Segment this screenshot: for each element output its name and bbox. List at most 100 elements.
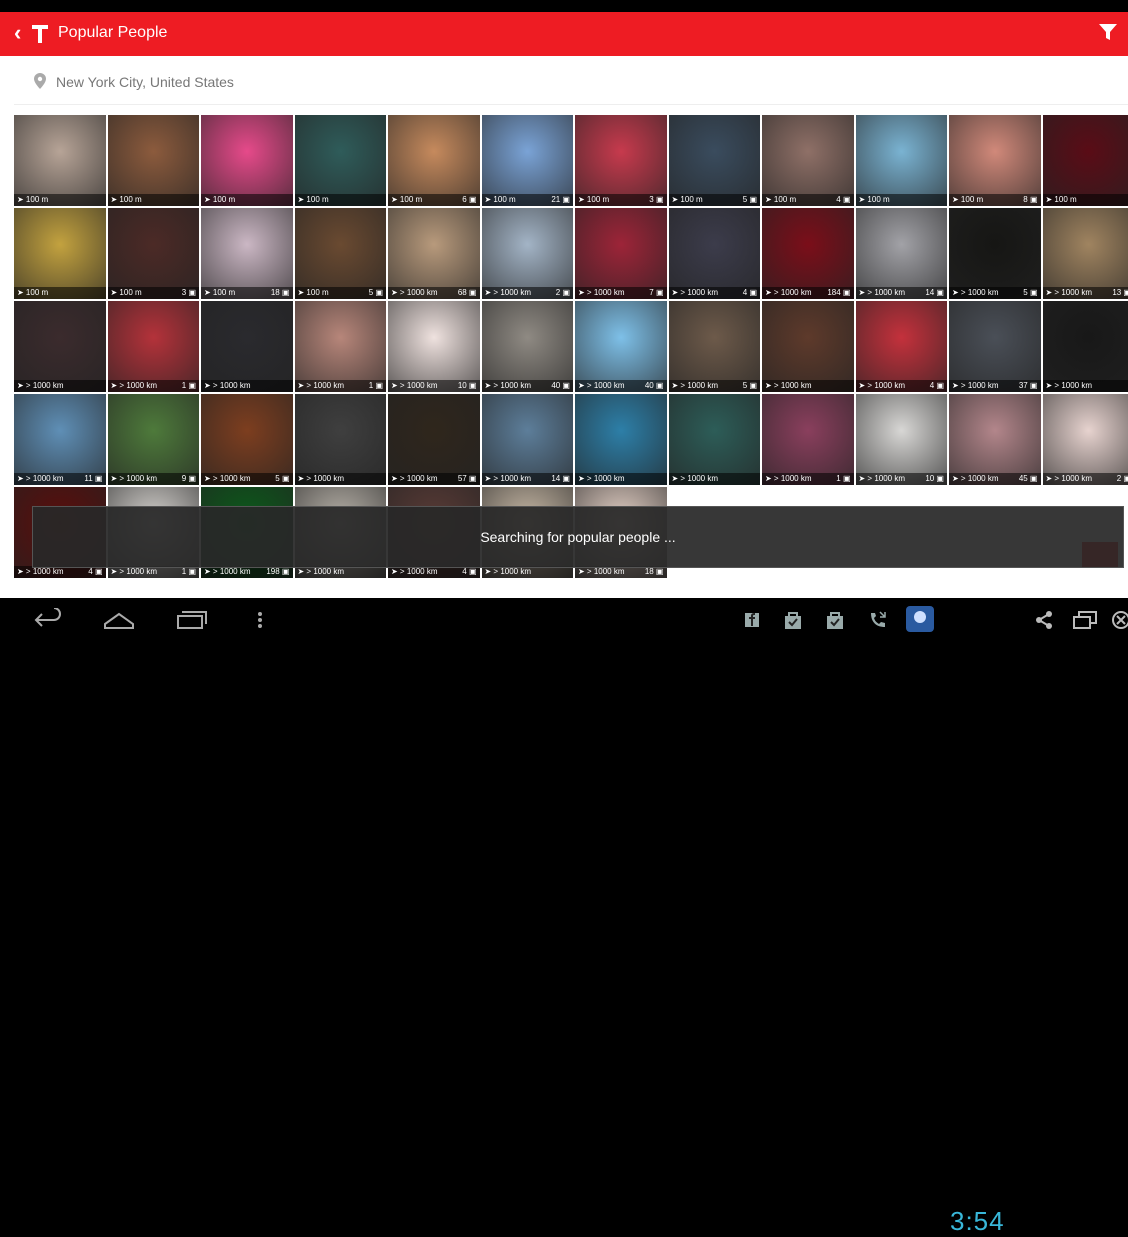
photo-count: 14 ▣: [925, 287, 944, 299]
person-tile[interactable]: ➤ > 1000 km: [1043, 301, 1128, 392]
person-tile[interactable]: ➤ > 1000 km40 ▣: [575, 301, 667, 392]
distance-label: ➤ > 1000 km: [485, 287, 532, 299]
distance-label: ➤ > 1000 km: [204, 473, 251, 485]
person-tile[interactable]: ➤ 100 m: [14, 115, 106, 206]
photo-count: 184 ▣: [827, 287, 850, 299]
person-tile[interactable]: ➤ > 1000 km37 ▣: [949, 301, 1041, 392]
distance-label: ➤ 100 m: [204, 194, 235, 206]
person-tile[interactable]: ➤ > 1000 km9 ▣: [108, 394, 200, 485]
person-tile[interactable]: ➤ > 1000 km5 ▣: [949, 208, 1041, 299]
person-tile[interactable]: ➤ > 1000 km57 ▣: [388, 394, 480, 485]
person-tile[interactable]: ➤ 100 m3 ▣: [108, 208, 200, 299]
distance-label: ➤ > 1000 km: [952, 473, 999, 485]
person-tile[interactable]: ➤ > 1000 km10 ▣: [388, 301, 480, 392]
person-tile[interactable]: ➤ 100 m18 ▣: [201, 208, 293, 299]
person-tile[interactable]: ➤ 100 m 5 ▣: [295, 208, 387, 299]
tile-caption: ➤ > 1000 km13 ▣: [1043, 287, 1128, 299]
person-tile[interactable]: ➤ > 1000 km: [575, 394, 667, 485]
share-icon[interactable]: [1034, 610, 1054, 630]
app-window: ‹ Popular People New York City, United S…: [0, 12, 1128, 598]
tile-caption: ➤ 100 m3 ▣: [108, 287, 200, 299]
person-tile[interactable]: ➤ > 1000 km14 ▣: [482, 394, 574, 485]
recents-icon[interactable]: [174, 608, 208, 632]
person-tile[interactable]: ➤ > 1000 km4 ▣: [856, 301, 948, 392]
home-icon[interactable]: [102, 608, 136, 632]
person-tile[interactable]: ➤ > 1000 km7 ▣: [575, 208, 667, 299]
person-tile[interactable]: ➤ > 1000 km: [669, 394, 761, 485]
person-tile[interactable]: ➤ 100 m: [108, 115, 200, 206]
person-tile[interactable]: ➤ > 1000 km40 ▣: [482, 301, 574, 392]
tile-caption: ➤ > 1000 km37 ▣: [949, 380, 1041, 392]
photo-count: 5 ▣: [743, 194, 757, 206]
person-tile[interactable]: ➤ 100 m6 ▣: [388, 115, 480, 206]
person-tile[interactable]: ➤ > 1000 km68 ▣: [388, 208, 480, 299]
tile-caption: ➤ > 1000 km: [201, 380, 293, 392]
person-tile[interactable]: ➤ > 1000 km: [762, 301, 854, 392]
person-tile[interactable]: ➤ > 1000 km2 ▣: [1043, 394, 1128, 485]
back-icon[interactable]: [32, 608, 64, 632]
person-tile[interactable]: ➤ 100 m: [14, 208, 106, 299]
tile-caption: ➤ > 1000 km 1 ▣: [108, 380, 200, 392]
person-tile[interactable]: ➤ > 1000 km4 ▣: [669, 208, 761, 299]
tile-caption: ➤ > 1000 km: [575, 473, 667, 485]
person-tile[interactable]: ➤ > 1000 km: [14, 301, 106, 392]
tile-caption: ➤ > 1000 km45 ▣: [949, 473, 1041, 485]
photo-count: 7 ▣: [649, 287, 663, 299]
person-tile[interactable]: ➤ 100 m5 ▣: [669, 115, 761, 206]
distance-label: ➤ 100 m: [765, 194, 796, 206]
person-tile[interactable]: ➤ > 1000 km1 ▣: [762, 394, 854, 485]
bag-check-icon: [784, 610, 802, 630]
person-tile[interactable]: ➤ 100 m: [1043, 115, 1128, 206]
tile-caption: ➤ > 1000 km: [14, 380, 106, 392]
person-tile[interactable]: ➤ > 1000 km13 ▣: [1043, 208, 1128, 299]
tile-caption: ➤ > 1000 km57 ▣: [388, 473, 480, 485]
distance-label: ➤ 100 m: [298, 287, 329, 299]
person-tile[interactable]: ➤ 100 m: [201, 115, 293, 206]
person-tile[interactable]: ➤ 100 m: [295, 115, 387, 206]
person-tile[interactable]: ➤ > 1000 km2 ▣: [482, 208, 574, 299]
photo-count: 1 ▣: [182, 380, 196, 392]
location-bar[interactable]: New York City, United States: [14, 58, 1128, 105]
tile-caption: ➤ > 1000 km1 ▣: [762, 473, 854, 485]
person-tile[interactable]: ➤ > 1000 km45 ▣: [949, 394, 1041, 485]
menu-dots-icon[interactable]: [254, 608, 266, 632]
person-tile[interactable]: ➤ > 1000 km: [201, 301, 293, 392]
photo-count: 1 ▣: [369, 380, 383, 392]
person-tile[interactable]: ➤ > 1000 km: [295, 394, 387, 485]
person-tile[interactable]: ➤ > 1000 km5 ▣: [669, 301, 761, 392]
distance-label: ➤ 100 m: [391, 194, 422, 206]
person-tile[interactable]: ➤ > 1000 km5 ▣: [201, 394, 293, 485]
person-tile[interactable]: ➤ > 1000 km 1 ▣: [108, 301, 200, 392]
distance-label: ➤ > 1000 km: [485, 473, 532, 485]
photo-count: 3 ▣: [649, 194, 663, 206]
person-tile[interactable]: ➤ 100 m21 ▣: [482, 115, 574, 206]
person-tile[interactable]: ➤ > 1000 km1 ▣: [295, 301, 387, 392]
photo-count: 57 ▣: [458, 473, 477, 485]
distance-label: ➤ > 1000 km: [485, 380, 532, 392]
photo-count: 11 ▣: [84, 473, 102, 485]
tile-caption: ➤ 100 m: [14, 194, 106, 206]
app-logo-icon[interactable]: [30, 21, 50, 45]
person-tile[interactable]: ➤ 100 m3 ▣: [575, 115, 667, 206]
back-chevron-icon[interactable]: ‹: [14, 21, 21, 45]
photo-count: 4 ▣: [743, 287, 757, 299]
page-title: Popular People: [58, 23, 167, 43]
person-tile[interactable]: ➤ 100 m4 ▣: [762, 115, 854, 206]
facebook-app-icon: [906, 606, 934, 632]
person-tile[interactable]: ➤ > 1000 km184 ▣: [762, 208, 854, 299]
photo-count: 10 ▣: [925, 473, 944, 485]
person-tile[interactable]: ➤ 100 m: [856, 115, 948, 206]
person-tile[interactable]: ➤ > 1000 km14 ▣: [856, 208, 948, 299]
filter-icon[interactable]: [1098, 22, 1118, 42]
distance-label: ➤ 100 m: [859, 194, 890, 206]
person-tile[interactable]: ➤ 100 m 8 ▣: [949, 115, 1041, 206]
person-tile[interactable]: ➤ > 1000 km11 ▣: [14, 394, 106, 485]
window-icon[interactable]: [1072, 610, 1098, 630]
photo-count: 21 ▣: [551, 194, 570, 206]
photo-count: 5 ▣: [369, 287, 383, 299]
photo-count: 8 ▣: [1023, 194, 1037, 206]
distance-label: ➤ > 1000 km: [111, 380, 158, 392]
close-icon[interactable]: [1110, 610, 1128, 630]
distance-label: ➤ 100 m: [952, 194, 983, 206]
person-tile[interactable]: ➤ > 1000 km10 ▣: [856, 394, 948, 485]
